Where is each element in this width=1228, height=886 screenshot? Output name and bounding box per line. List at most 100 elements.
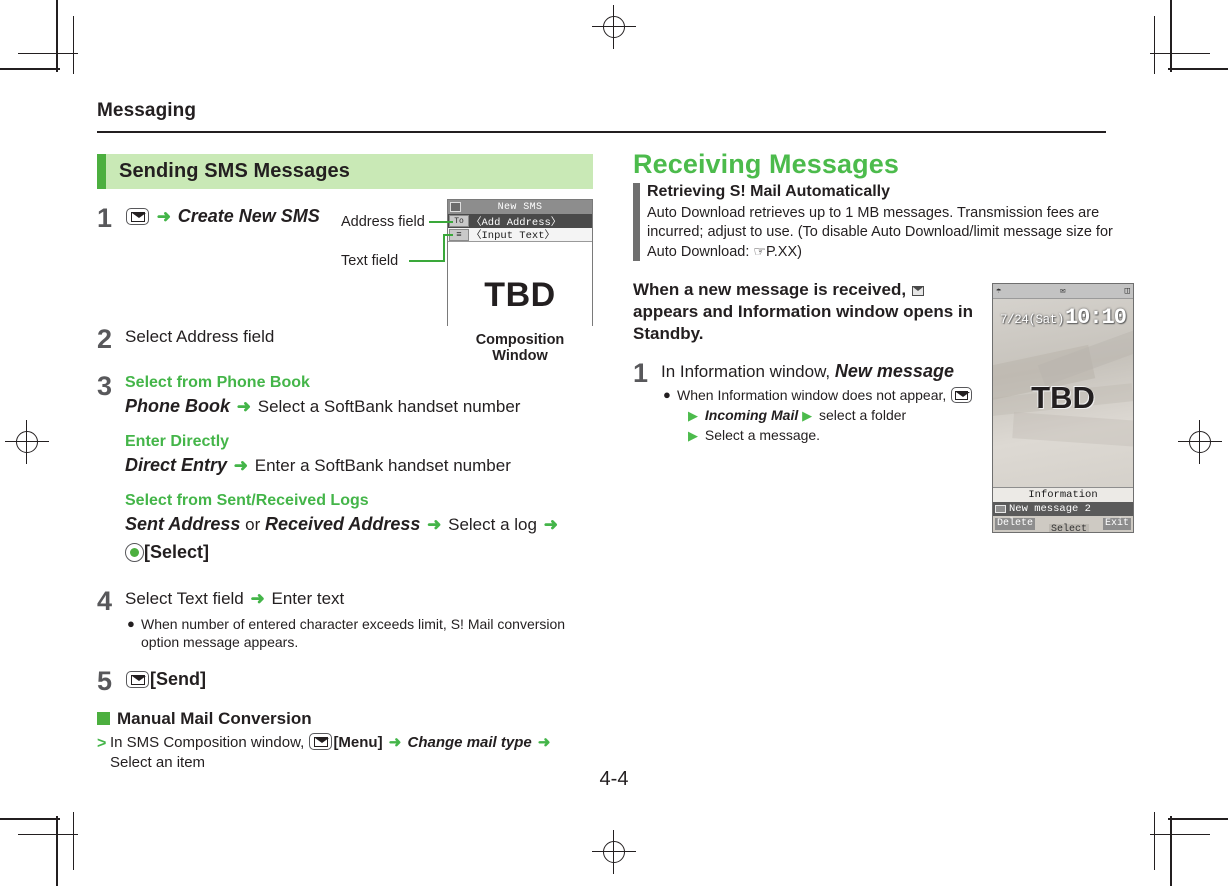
- mc-text-a: In SMS Composition window,: [110, 733, 305, 751]
- mc-menu-label: [Menu]: [333, 733, 383, 751]
- header-rule: [97, 131, 1106, 133]
- group-line-select: [Select]: [125, 541, 593, 564]
- manual-page: Messaging Sending SMS Messages 1 ➜ Creat…: [0, 0, 1228, 886]
- group-line-logs: Sent Address or Received Address ➜ Selec…: [125, 513, 593, 536]
- crop-mark-tr-v: [1170, 0, 1172, 72]
- phonebook-command: Phone Book: [125, 395, 231, 416]
- mc-command: Change mail type: [407, 733, 532, 751]
- arrow-icon: ➜: [250, 588, 265, 608]
- standby-clock-row: 7/24(Sat) 10:10: [993, 305, 1133, 330]
- arrow-icon: ➜: [233, 455, 249, 475]
- sent-address-command: Sent Address: [125, 514, 241, 535]
- registration-mark-right: [1178, 420, 1222, 464]
- gray-accent-bar: [633, 183, 640, 261]
- callout-line-text-h: [409, 260, 445, 262]
- mail-key-icon[interactable]: [126, 670, 149, 688]
- callout-line-address: [429, 221, 453, 223]
- incoming-mail-command: Incoming Mail: [704, 407, 799, 424]
- section-title: Sending SMS Messages: [119, 160, 350, 182]
- step-4-text-a: Select Text field: [125, 588, 244, 608]
- arrow-icon: ➜: [537, 733, 551, 751]
- standby-screen: ☂ ✉ ◫ 7/24(Sat) 10:10 TBD Information Ne…: [992, 283, 1134, 533]
- mail-icon: ✉: [1060, 286, 1066, 296]
- crop-mark-tr-v2: [1154, 16, 1155, 74]
- received-address-command: Received Address: [264, 514, 421, 535]
- green-square-icon: [97, 712, 110, 726]
- crop-mark-bl-v2: [73, 812, 74, 870]
- information-window-item[interactable]: New message 2: [993, 502, 1133, 516]
- note-text-a: When Information window does not appear,: [677, 387, 947, 404]
- manual-conversion-heading: Manual Mail Conversion: [97, 709, 593, 729]
- step-4: 4 Select Text field ➜ Enter text ● When …: [97, 586, 593, 652]
- note-text-b: select a folder: [819, 407, 907, 424]
- standby-status-bar: ☂ ✉ ◫: [993, 284, 1133, 299]
- battery-icon: ◫: [1124, 286, 1130, 296]
- page-number: 4-4: [599, 768, 629, 790]
- mail-key-icon[interactable]: [126, 208, 149, 225]
- receive-step-1-command: New message: [834, 360, 954, 381]
- crop-mark-tr-h: [1168, 68, 1228, 70]
- arrow-icon: ➜: [156, 207, 171, 226]
- standby-time: 10:10: [1064, 305, 1127, 330]
- composition-placeholder: TBD: [484, 276, 556, 314]
- group-line-direct: Direct Entry ➜ Enter a SoftBank handset …: [125, 454, 593, 477]
- center-select-key-icon[interactable]: [125, 542, 144, 562]
- step-3-group-logs: Select from Sent/Received Logs Sent Addr…: [125, 491, 593, 564]
- logs-rest: Select a log: [448, 515, 537, 535]
- registration-mark-top: [592, 5, 636, 49]
- step-3-number: 3: [97, 371, 113, 401]
- mail-envelope-icon: [911, 285, 924, 296]
- crop-mark-br-v: [1170, 816, 1172, 886]
- composition-title: New SMS: [497, 201, 543, 213]
- select-key-label: [Select]: [144, 541, 210, 562]
- retrieving-note-block: Retrieving S! Mail Automatically Auto Do…: [633, 182, 1133, 262]
- receive-step-1-text: In Information window,: [661, 361, 831, 381]
- softkey-exit[interactable]: Exit: [1102, 518, 1131, 530]
- crop-mark-tl-v: [56, 0, 58, 72]
- step-4-note: ● When number of entered character excee…: [125, 616, 593, 652]
- registration-mark-bottom: [592, 830, 636, 874]
- softkey-select[interactable]: Select: [1048, 524, 1089, 532]
- step-5-body: [Send]: [125, 666, 593, 695]
- crop-mark-bl-v: [56, 816, 58, 886]
- crop-mark-br-h2: [1150, 834, 1210, 835]
- callout-line-text-h2: [443, 234, 453, 236]
- crop-mark-bl-h2: [18, 834, 78, 835]
- crop-mark-tl-h2: [18, 53, 78, 54]
- send-key-label: [Send]: [150, 668, 206, 689]
- new-message-label: New message 2: [1009, 503, 1091, 515]
- mail-key-icon[interactable]: [951, 387, 973, 404]
- composition-screen: New SMS To 〈Add Address〉 ≡ 〈Input Text〉 …: [447, 199, 593, 327]
- composition-row-address[interactable]: To 〈Add Address〉: [448, 214, 592, 229]
- step-4-body: Select Text field ➜ Enter text ● When nu…: [125, 586, 593, 652]
- registration-mark-left: [5, 420, 49, 464]
- step-3-group-phonebook: Select from Phone Book Phone Book ➜ Sele…: [125, 373, 593, 418]
- group-heading-logs: Select from Sent/Received Logs: [125, 492, 369, 510]
- logs-conjunction: or: [245, 515, 261, 535]
- pointing-hand-icon: ☞: [753, 243, 766, 260]
- step-4-note-text: When number of entered character exceeds…: [141, 616, 566, 650]
- retrieving-note-ref: P.XX): [765, 244, 802, 261]
- step-4-number: 4: [97, 585, 113, 616]
- softkey-bar: Delete Select Exit: [993, 516, 1133, 532]
- step-4-text-b: Enter text: [271, 588, 345, 608]
- callout-address-field: Address field: [341, 214, 425, 230]
- retrieving-note-title: Retrieving S! Mail Automatically: [647, 183, 891, 201]
- manual-conversion-text: In SMS Composition window, [Menu] ➜ Chan…: [110, 732, 593, 773]
- softkey-delete[interactable]: Delete: [995, 518, 1036, 530]
- step-3-group-direct: Enter Directly Direct Entry ➜ Enter a So…: [125, 432, 593, 477]
- triangle-right-icon: ▶: [688, 408, 698, 424]
- crop-mark-tl-h: [0, 68, 60, 70]
- composition-row-text[interactable]: ≡ 〈Input Text〉: [448, 228, 592, 242]
- group-line-phonebook: Phone Book ➜ Select a SoftBank handset n…: [125, 395, 593, 418]
- lead-part-a: When a new message is received,: [633, 279, 907, 299]
- triangle-right-icon: ▶: [802, 408, 813, 424]
- manual-conversion-line: > In SMS Composition window, [Menu] ➜ Ch…: [97, 732, 593, 773]
- callout-line-text-v: [443, 234, 445, 262]
- lead-part-b: appears and Information window opens in …: [633, 301, 974, 344]
- note-text-c: Select a message.: [704, 427, 821, 444]
- bullet-dot-icon: ●: [127, 616, 135, 632]
- step-1-number: 1: [97, 203, 113, 233]
- manual-conversion-label: Manual Mail Conversion: [117, 708, 312, 728]
- mail-key-icon[interactable]: [309, 732, 333, 750]
